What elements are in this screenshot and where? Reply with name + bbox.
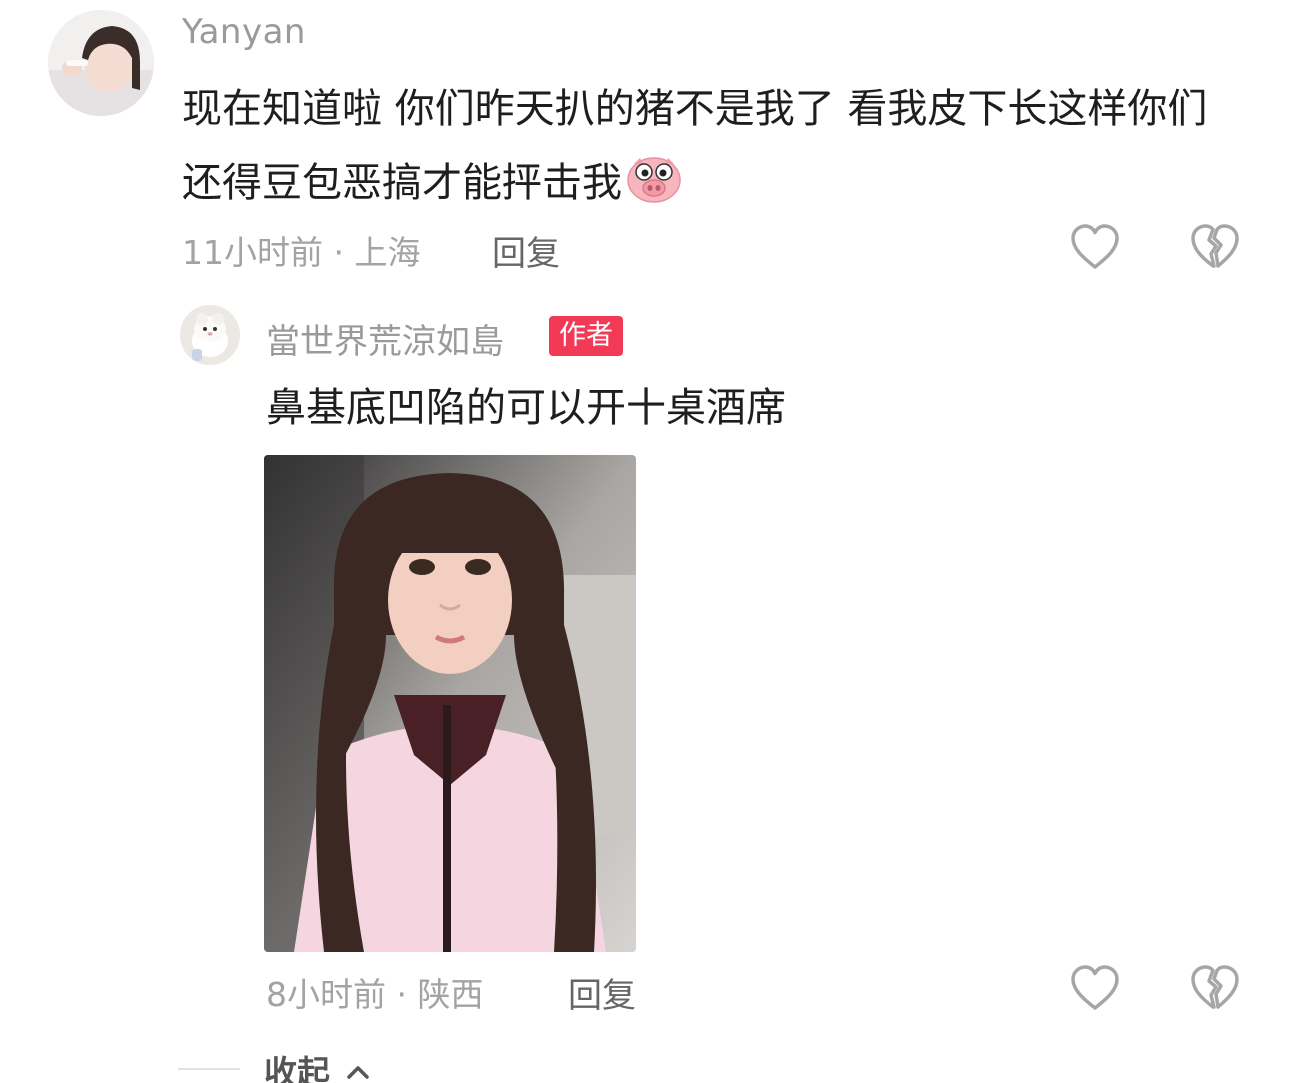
reply-button[interactable]: 回复	[492, 226, 560, 275]
commenter-avatar[interactable]	[48, 10, 154, 116]
heart-outline-icon[interactable]	[1069, 963, 1121, 1015]
selfie-photo	[264, 455, 636, 952]
comment-text-body: 现在知道啦 你们昨天扒的猪不是我了 看我皮下长这样你们还得豆包恶搞才能抨击我	[182, 86, 1208, 206]
heart-outline-icon[interactable]	[1069, 222, 1121, 274]
reply-to-reply-button[interactable]: 回复	[568, 968, 636, 1017]
avatar-photo	[180, 305, 240, 365]
comment-thread: Yanyan 现在知道啦 你们昨天扒的猪不是我了 看我皮下长这样你们还得豆包恶搞…	[0, 0, 1290, 1083]
chevron-up-icon	[346, 1066, 369, 1079]
comment-meta: 11小时前 · 上海	[182, 233, 421, 272]
reply-text: 鼻基底凹陷的可以开十桌酒席	[266, 385, 786, 431]
collapse-label: 收起	[264, 1053, 330, 1083]
reply-image[interactable]	[264, 455, 636, 952]
reply-meta: 8小时前 · 陕西	[266, 975, 484, 1014]
collapse-divider	[178, 1068, 240, 1070]
reply-username[interactable]: 當世界荒涼如島	[266, 314, 504, 363]
author-badge: 作者	[549, 316, 623, 356]
broken-heart-icon[interactable]	[1189, 963, 1241, 1015]
avatar-photo	[48, 10, 154, 116]
broken-heart-icon[interactable]	[1189, 222, 1241, 274]
reply-avatar[interactable]	[180, 305, 240, 365]
pig-face-icon	[627, 157, 681, 203]
collapse-button[interactable]: 收起	[264, 1046, 370, 1083]
comment-text: 现在知道啦 你们昨天扒的猪不是我了 看我皮下长这样你们还得豆包恶搞才能抨击我	[182, 72, 1242, 220]
commenter-username[interactable]: Yanyan	[182, 12, 306, 52]
